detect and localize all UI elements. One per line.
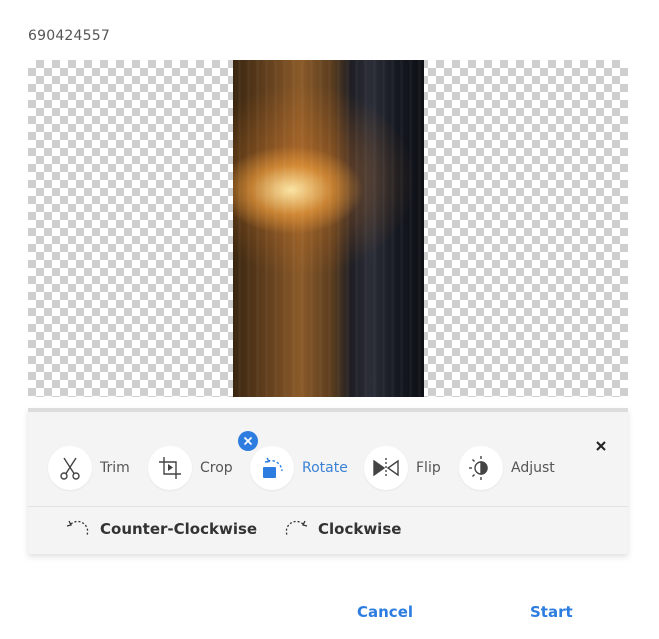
scissors-icon xyxy=(48,446,92,490)
flip-tool[interactable]: Flip xyxy=(364,446,441,490)
flip-icon xyxy=(364,446,408,490)
rotate-cw-icon xyxy=(285,520,308,536)
rotate-ccw-icon xyxy=(66,520,89,536)
remove-rotate-badge[interactable] xyxy=(238,431,258,451)
counter-clockwise-label: Counter-Clockwise xyxy=(100,520,258,538)
cancel-button[interactable]: Cancel xyxy=(357,603,413,621)
trim-label: Trim xyxy=(100,460,130,476)
rotate-tool[interactable]: Rotate xyxy=(238,431,348,490)
toolbar-divider xyxy=(28,506,628,507)
adjust-tool[interactable]: Adjust xyxy=(459,446,555,490)
crop-label: Crop xyxy=(200,460,233,476)
rotate-clockwise-button[interactable]: Clockwise xyxy=(284,520,401,538)
file-id-label: 690424557 xyxy=(28,28,110,44)
adjust-icon xyxy=(459,446,503,490)
preview-image xyxy=(233,60,424,397)
edit-toolbar: Trim Crop Rotate Flip Adjust Counter-Clo… xyxy=(28,408,628,554)
crop-icon xyxy=(148,446,192,490)
trim-tool[interactable]: Trim xyxy=(48,446,130,490)
close-toolbar-button[interactable] xyxy=(594,438,608,452)
clockwise-label: Clockwise xyxy=(318,520,402,538)
start-button[interactable]: Start xyxy=(530,603,573,621)
rotate-counter-clockwise-button[interactable]: Counter-Clockwise xyxy=(66,520,257,538)
close-icon xyxy=(243,436,253,446)
rotate-icon xyxy=(238,431,294,490)
video-preview xyxy=(28,60,628,397)
rotate-label: Rotate xyxy=(302,460,348,476)
close-icon xyxy=(596,441,606,451)
crop-tool[interactable]: Crop xyxy=(148,446,233,490)
flip-label: Flip xyxy=(416,460,441,476)
adjust-label: Adjust xyxy=(511,460,555,476)
